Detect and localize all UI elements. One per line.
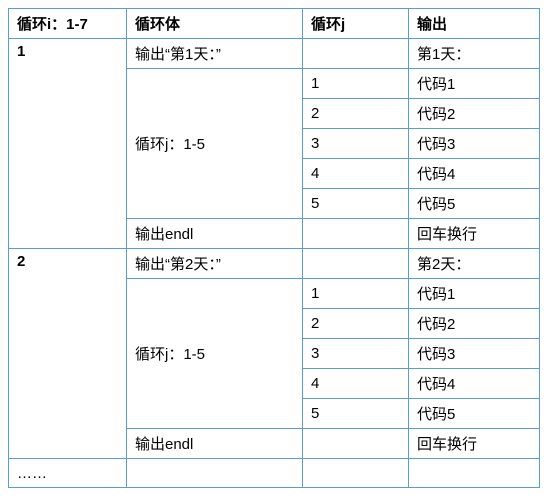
table-row: 2 输出“第2天：” 第2天： — [9, 249, 540, 279]
cell-output: 代码5 — [409, 189, 540, 219]
cell-output: 第1天： — [409, 39, 540, 69]
cell-j: 3 — [303, 339, 409, 369]
cell-body: 输出“第2天：” — [127, 249, 303, 279]
cell-output: 代码4 — [409, 159, 540, 189]
cell-j: 4 — [303, 369, 409, 399]
header-col-body: 循环体 — [127, 9, 303, 39]
table-row: 1 输出“第1天：” 第1天： — [9, 39, 540, 69]
cell-output: 代码3 — [409, 129, 540, 159]
cell-output: 第2天： — [409, 249, 540, 279]
cell-j: 2 — [303, 99, 409, 129]
cell-output: 代码5 — [409, 399, 540, 429]
cell-empty — [303, 459, 409, 488]
cell-output: 代码3 — [409, 339, 540, 369]
cell-inner-loop-label: 循环j：1-5 — [127, 69, 303, 219]
header-col-i: 循环i：1-7 — [9, 9, 127, 39]
cell-j — [303, 39, 409, 69]
cell-body: 输出endl — [127, 429, 303, 459]
header-col-output: 输出 — [409, 9, 540, 39]
header-row: 循环i：1-7 循环体 循环j 输出 — [9, 9, 540, 39]
cell-j — [303, 219, 409, 249]
cell-inner-loop-label: 循环j：1-5 — [127, 279, 303, 429]
cell-output: 代码1 — [409, 69, 540, 99]
cell-j — [303, 249, 409, 279]
cell-j: 1 — [303, 69, 409, 99]
cell-j: 4 — [303, 159, 409, 189]
cell-j — [303, 429, 409, 459]
cell-output: 代码1 — [409, 279, 540, 309]
cell-i-value: 2 — [9, 249, 127, 459]
ellipsis-row: …… — [9, 459, 540, 488]
cell-j: 3 — [303, 129, 409, 159]
cell-i-value: 1 — [9, 39, 127, 249]
loop-trace-table: 循环i：1-7 循环体 循环j 输出 1 输出“第1天：” 第1天： 循环j：1… — [8, 8, 540, 488]
cell-body: 输出endl — [127, 219, 303, 249]
cell-empty — [127, 459, 303, 488]
cell-output: 代码2 — [409, 99, 540, 129]
cell-j: 5 — [303, 399, 409, 429]
cell-j: 5 — [303, 189, 409, 219]
cell-empty — [409, 459, 540, 488]
cell-output: 代码4 — [409, 369, 540, 399]
cell-ellipsis: …… — [9, 459, 127, 488]
cell-output: 回车换行 — [409, 219, 540, 249]
cell-output: 代码2 — [409, 309, 540, 339]
cell-j: 1 — [303, 279, 409, 309]
cell-j: 2 — [303, 309, 409, 339]
header-col-j: 循环j — [303, 9, 409, 39]
cell-body: 输出“第1天：” — [127, 39, 303, 69]
cell-output: 回车换行 — [409, 429, 540, 459]
